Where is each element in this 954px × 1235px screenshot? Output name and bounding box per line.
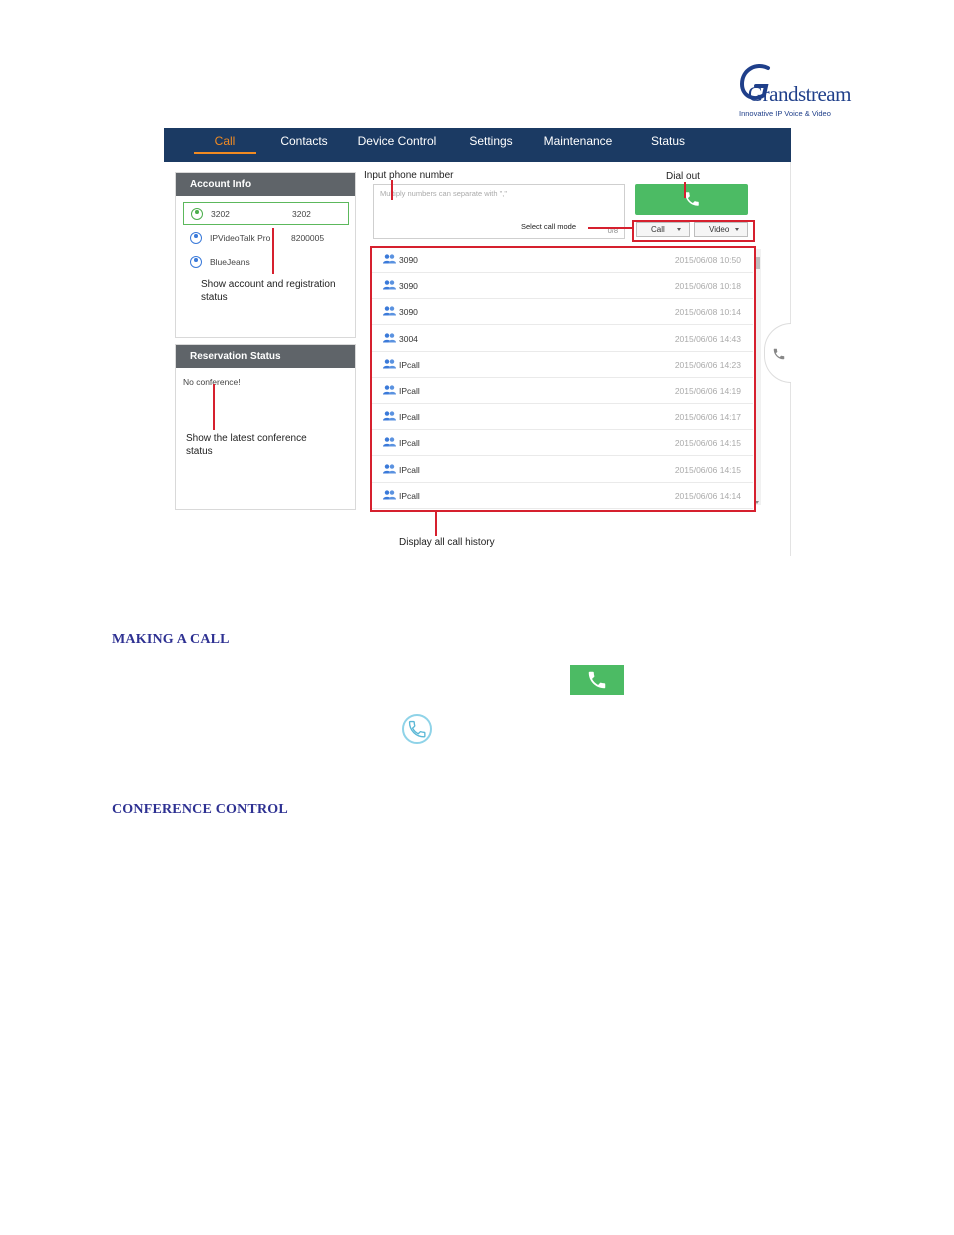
account-annotation: Show account and registration status — [201, 279, 336, 303]
phone-icon — [588, 671, 606, 689]
reservation-status-title: Reservation Status — [176, 345, 355, 368]
conference-annotation: Show the latest conference status — [186, 433, 307, 457]
account-status-icon — [190, 232, 202, 244]
grandstream-logo: Grandstream Innovative IP Voice & Video — [736, 62, 851, 120]
mode-annotation: Select call mode — [521, 222, 577, 231]
history-annotation: Display all call history — [399, 537, 495, 548]
input-annotation-line — [391, 180, 393, 200]
nav-tab-call[interactable]: Call — [194, 128, 256, 162]
account-number: 8200005 — [291, 233, 325, 243]
nav-tab-contacts[interactable]: Contacts — [270, 128, 338, 162]
nav-active-underline — [194, 152, 256, 154]
account-row-3202[interactable]: 3202 3202 — [183, 202, 349, 225]
dial-annotation-line — [684, 182, 686, 198]
call-history-highlight-box — [370, 246, 756, 512]
nav-tab-status[interactable]: Status — [640, 128, 696, 162]
top-navbar: Call Contacts Device Control Settings Ma… — [164, 128, 791, 162]
call-page-screenshot: Call Contacts Device Control Settings Ma… — [164, 128, 791, 556]
account-name: 3202 — [211, 209, 230, 219]
logo-tagline: Innovative IP Voice & Video — [739, 109, 831, 118]
making-call-heading: MAKING A CALL — [112, 632, 230, 647]
logo-wordmark: Grandstream — [748, 82, 851, 106]
input-placeholder: Multiply numbers can separate with "," — [380, 189, 508, 198]
reservation-message: No conference! — [183, 377, 241, 387]
account-name: IPVideoTalk Pro — [210, 233, 271, 243]
account-annotation-line — [272, 228, 274, 274]
account-info-title: Account Info — [176, 173, 355, 196]
history-annotation-line — [435, 512, 437, 536]
account-row-ipvideotalk[interactable]: IPVideoTalk Pro 8200005 — [183, 227, 349, 250]
dial-button-illustration — [570, 665, 624, 695]
reservation-status-panel: Reservation Status No conference! — [175, 344, 356, 510]
conference-annotation-line — [213, 384, 215, 430]
conference-control-heading: CONFERENCE CONTROL — [112, 802, 288, 817]
account-info-panel: Account Info 3202 3202 IPVideoTalk Pro 8… — [175, 172, 356, 338]
account-status-icon — [191, 208, 203, 220]
phone-icon — [773, 348, 785, 360]
nav-tab-settings[interactable]: Settings — [458, 128, 524, 162]
nav-tab-device-control[interactable]: Device Control — [350, 128, 444, 162]
nav-tab-maintenance[interactable]: Maintenance — [536, 128, 620, 162]
dial-annotation: Dial out — [666, 171, 700, 182]
mode-annotation-line — [588, 227, 632, 229]
account-row-bluejeans[interactable]: BlueJeans — [183, 251, 349, 274]
account-status-icon — [190, 256, 202, 268]
account-number: 3202 — [292, 209, 311, 219]
input-annotation: Input phone number — [364, 170, 454, 181]
call-mode-highlight-box — [632, 220, 755, 242]
phone-circle-icon — [402, 714, 432, 744]
dial-out-button[interactable] — [635, 184, 748, 215]
account-name: BlueJeans — [210, 257, 250, 267]
phone-number-input[interactable]: Multiply numbers can separate with "," 0… — [373, 184, 625, 239]
